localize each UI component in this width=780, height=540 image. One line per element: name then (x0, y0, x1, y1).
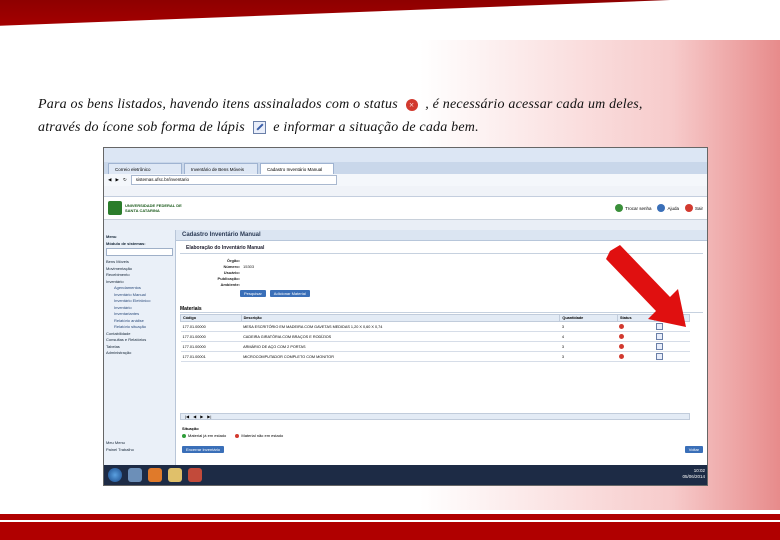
sidebar-module-label: Módulo de sistemas: (106, 241, 146, 246)
status-x-icon (619, 343, 625, 349)
caption-line-1-after: , é necessário acessar cada um deles, (425, 97, 643, 112)
folder-icon[interactable] (168, 468, 182, 482)
cell-status (617, 351, 655, 362)
cell-quantity: 3 (559, 341, 618, 352)
green-status-icon (182, 433, 186, 438)
cell-edit (654, 341, 690, 352)
browser-tabs: Correio eletrônico Inventário de Bens Mó… (104, 162, 707, 174)
cell-description: MESA ESCRITÓRIO EM MADEIRA COM GAVETAS M… (241, 321, 560, 332)
slide-bottom-band (0, 514, 780, 540)
close-inventory-button[interactable]: Encerrar Inventário (182, 446, 225, 453)
caption-line-2-before: através do ícone sob forma de lápis (38, 120, 245, 135)
last-page-icon[interactable]: ▶| (207, 414, 211, 419)
panel-title: Cadastro Inventário Manual (176, 230, 707, 241)
pencil-icon[interactable] (656, 352, 664, 360)
caption-line-2: através do ícone sob forma de lápis e in… (38, 120, 738, 136)
table-pager: |◀ ◀ ▶ ▶| (180, 413, 690, 420)
slide-bottom-line (0, 520, 780, 522)
key-icon (615, 204, 624, 212)
forward-icon[interactable]: ▶ (115, 177, 118, 183)
browser-titlebar (104, 148, 707, 162)
exit-icon (684, 204, 693, 212)
pencil-icon[interactable] (656, 342, 664, 350)
sidebar: Menu Módulo de sistemas: Bens Móveis Movi… (104, 230, 176, 465)
situation-option-2[interactable]: Material não em estado (235, 433, 283, 438)
cell-code: 177.01.00001 (180, 351, 242, 362)
header-buttons: Trocar senha Ajuda Sair (615, 204, 703, 212)
caption-line-2-after: e informar a situação de cada bem. (273, 120, 479, 135)
windows-taskbar: 10:02 05/06/2014 (104, 465, 707, 485)
help-icon (657, 204, 666, 212)
app-header: UNIVERSIDADE FEDERAL DE SANTA CATARINA T… (104, 197, 707, 220)
cell-status (617, 341, 655, 352)
change-password-button[interactable]: Trocar senha (615, 204, 651, 212)
url-input[interactable]: sistemas.ufsc.br/inventario (130, 175, 337, 185)
situation-option-1[interactable]: Material já em estado (182, 433, 226, 438)
arrow-shape (606, 245, 686, 327)
caption-line-1: Para os bens listados, havendo itens ass… (38, 97, 738, 113)
firefox-icon[interactable] (148, 468, 162, 482)
cell-edit (654, 351, 690, 362)
pencil-icon (252, 121, 266, 135)
explorer-icon[interactable] (128, 468, 142, 482)
red-status-icon (235, 433, 240, 438)
browser-tab-active[interactable]: Cadastro Inventário Manual (260, 163, 334, 174)
cell-description: ARMÁRIO DE AÇO COM 2 PORTAS (241, 341, 560, 352)
situation-label: Situação (182, 426, 199, 431)
col-codigo: Código (180, 314, 242, 322)
logo-text: UNIVERSIDADE FEDERAL DE SANTA CATARINA (125, 203, 182, 213)
add-material-button[interactable]: Adicionar Material (269, 290, 310, 297)
status-x-icon: × (405, 98, 418, 111)
app-logo: UNIVERSIDADE FEDERAL DE SANTA CATARINA (108, 201, 185, 215)
col-descricao: Descrição (240, 314, 561, 322)
back-button[interactable]: Voltar (684, 446, 703, 453)
sidebar-title: Menu (106, 234, 117, 239)
taskbar-clock: 10:02 05/06/2014 (682, 468, 705, 479)
next-page-icon[interactable]: ▶ (200, 414, 203, 419)
sidebar-item-painel-trabalho[interactable]: Painel Trabalho (106, 447, 174, 454)
back-icon[interactable]: ◀ (108, 177, 111, 183)
red-arrow-annotation (606, 245, 686, 327)
browser-tab[interactable]: Inventário de Bens Móveis (184, 163, 258, 174)
status-x-icon (619, 353, 625, 359)
prev-page-icon[interactable]: ◀ (193, 414, 196, 419)
university-logo-icon (108, 201, 122, 215)
help-button[interactable]: Ajuda (657, 204, 679, 212)
table-row: 177.01.00000 ARMÁRIO DE AÇO COM 2 PORTAS 3 (180, 341, 690, 352)
reload-icon[interactable]: ↻ (123, 177, 127, 183)
cell-code: 177.01.00000 (180, 341, 242, 352)
app-icon[interactable] (188, 468, 202, 482)
sidebar-bottom: Meu Menu Painel Trabalho (106, 440, 174, 453)
cell-code: 177.01.00000 (180, 331, 242, 342)
cell-code: 177.01.00000 (180, 321, 242, 332)
search-button[interactable]: Pesquisar (240, 290, 266, 297)
first-page-icon[interactable]: |◀ (185, 414, 189, 419)
situation-group: Situação Material já em estado Material … (182, 426, 291, 439)
table-row: 177.01.00001 MICROCOMPUTADOR COMPLETO COM… (180, 351, 690, 362)
logout-button[interactable]: Sair (684, 204, 703, 212)
start-icon[interactable] (108, 468, 122, 482)
address-bar: ◀ ▶ ↻ sistemas.ufsc.br/inventario (104, 174, 707, 186)
bookmarks-bar (104, 186, 707, 197)
browser-tab[interactable]: Correio eletrônico (108, 163, 182, 174)
module-select[interactable] (106, 248, 173, 256)
sidebar-item[interactable]: Administração (106, 350, 173, 357)
caption-line-1-before: Para os bens listados, havendo itens ass… (38, 97, 398, 112)
cell-quantity: 3 (559, 351, 618, 362)
cell-description: MICROCOMPUTADOR COMPLETO COM MONITOR (241, 351, 560, 362)
cell-description: CADEIRA GIRATÓRIA COM BRAÇOS E RODÍZIOS (241, 331, 560, 342)
